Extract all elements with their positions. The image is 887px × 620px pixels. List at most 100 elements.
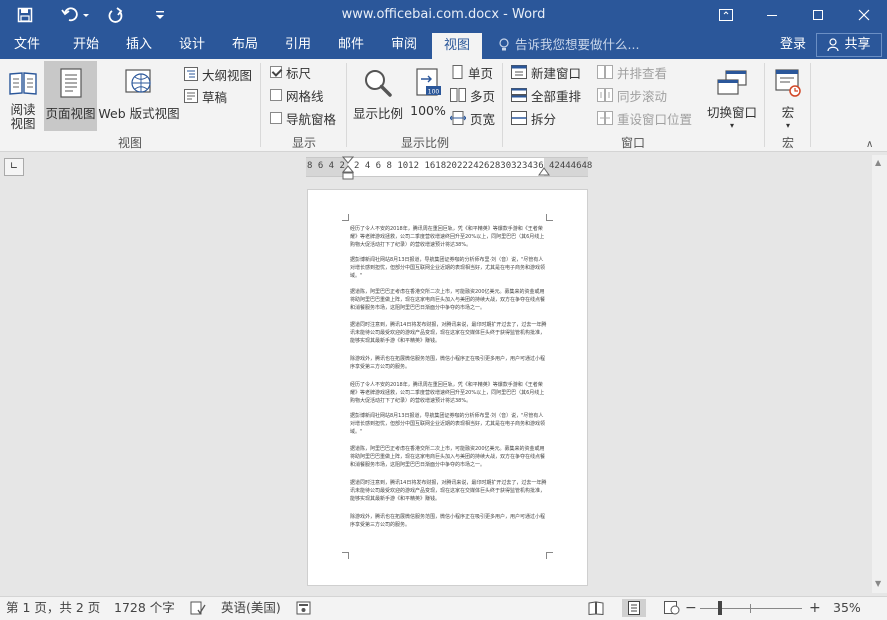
draft-label: 草稿 <box>202 89 228 105</box>
document-paragraph[interactable]: 据彭博新闻社网站8月13日报道，导航集团证券咖的分析师布里·刘（音）说，"尽管有… <box>350 256 548 280</box>
zoom-in-button[interactable]: + <box>809 597 821 619</box>
ruler-check-icon <box>270 66 282 78</box>
document-paragraph[interactable]: 据道陈，阿里巴巴正考虑在香港交所二次上市，可能融资200亿美元。募集来的资金或用… <box>350 445 548 469</box>
redo-icon[interactable] <box>104 0 128 30</box>
tab-design[interactable]: 设计 <box>166 30 218 59</box>
split-button[interactable]: 拆分 <box>511 107 556 129</box>
one-page-button[interactable]: 单页 <box>450 61 493 83</box>
undo-icon[interactable] <box>58 0 92 30</box>
macros-button[interactable]: 宏 ▾ <box>770 63 806 131</box>
share-label: 共享 <box>844 37 871 52</box>
tab-file[interactable]: 文件 <box>2 30 52 59</box>
tab-home[interactable]: 开始 <box>60 30 112 59</box>
zoom-level[interactable]: 35% <box>833 597 861 619</box>
zoom-100-icon: 100 <box>413 63 443 103</box>
language-status[interactable]: 英语(美国) <box>221 597 281 619</box>
group-separator <box>260 63 261 147</box>
sync-scroll-button[interactable]: 同步滚动 <box>597 84 667 106</box>
outline-button[interactable]: 大纲视图 <box>184 63 252 85</box>
document-paragraph[interactable]: 除游戏外，腾讯也在拓展微信服务范围，微信小程序正在吸引更多用户，用户可通过小程序… <box>350 513 548 529</box>
zoom-out-button[interactable]: − <box>685 597 697 619</box>
page-icon <box>628 601 640 615</box>
vertical-scrollbar[interactable]: ▲ ▼ <box>872 155 887 593</box>
new-window-button[interactable]: 新建窗口 <box>511 61 581 83</box>
proofing-status[interactable] <box>190 597 206 619</box>
web-page-icon <box>664 601 680 615</box>
split-label: 拆分 <box>531 111 557 127</box>
nav-pane-checkbox[interactable]: 导航窗格 <box>270 107 336 129</box>
zoom-slider-thumb[interactable] <box>718 601 722 615</box>
page-count[interactable]: 第 1 页，共 2 页 <box>6 597 100 619</box>
document-paragraph[interactable]: 经历了令人不安的2018年，腾讯周在重回巨轨，凭《和平精英》等爆款手游和《王者荣… <box>350 225 548 249</box>
sign-in-link[interactable]: 登录 <box>780 30 806 59</box>
multi-page-icon <box>450 88 466 102</box>
document-paragraph[interactable]: 据彭博新闻社网站8月13日报道，导航集团证券咖的分析师布里·刘（音）说，"尽管有… <box>350 412 548 436</box>
collapse-ribbon-icon[interactable]: ∧ <box>866 139 873 150</box>
scroll-up-icon[interactable]: ▲ <box>875 158 881 167</box>
reset-position-button[interactable]: 重设窗口位置 <box>597 107 692 129</box>
document-paragraph[interactable]: 据道陈，阿里巴巴正考虑在香港交所二次上市，可能融资200亿美元。募集来的资金或用… <box>350 288 548 312</box>
draft-button[interactable]: 草稿 <box>184 85 227 107</box>
horizontal-ruler[interactable]: 8 6 4 2 2 4 6 8 1012 1618202224262830323… <box>306 156 592 180</box>
word-count[interactable]: 1728 个字 <box>114 597 175 619</box>
document-paragraph[interactable]: 据道同时注意到，腾讯14日将发布财报，对腾讯来说，最印时期扩开过去了，过去一年腾… <box>350 321 548 345</box>
tab-mailings[interactable]: 邮件 <box>326 30 376 59</box>
zoom-button[interactable]: 显示比例 <box>352 63 404 131</box>
document-page[interactable]: 经历了令人不安的2018年，腾讯周在重回巨轨，凭《和平精英》等爆款手游和《王者荣… <box>308 190 587 585</box>
side-by-side-button[interactable]: 并排查看 <box>597 61 667 83</box>
sync-scroll-icon <box>597 88 613 102</box>
tab-layout[interactable]: 布局 <box>220 30 270 59</box>
right-indent-marker-icon[interactable] <box>538 166 550 178</box>
page-width-button[interactable]: 页宽 <box>450 107 495 129</box>
gridlines-check-icon <box>270 89 282 101</box>
indent-marker-icon[interactable] <box>342 156 354 180</box>
tab-references[interactable]: 引用 <box>272 30 324 59</box>
print-layout-button[interactable]: 页面视图 <box>44 61 97 131</box>
split-icon <box>511 111 527 125</box>
web-layout-view-button[interactable] <box>660 599 684 617</box>
document-paragraph[interactable]: 据道同时注意到，腾讯14日将发布财报，对腾讯来说，最印时期扩开过去了，过去一年腾… <box>350 479 548 503</box>
gridlines-checkbox[interactable]: 网格线 <box>270 84 324 106</box>
proofing-icon <box>190 601 206 615</box>
read-mode-view-button[interactable] <box>584 599 608 617</box>
tab-selector[interactable]: ∟ <box>4 158 24 176</box>
save-icon[interactable] <box>12 0 38 30</box>
macro-record-icon <box>296 601 311 615</box>
print-layout-view-button[interactable] <box>622 599 646 617</box>
close-icon[interactable] <box>841 0 887 30</box>
document-paragraph[interactable]: 除游戏外，腾讯也在拓展微信服务范围，微信小程序正在吸引更多用户，用户可通过小程序… <box>350 355 548 371</box>
read-mode-button[interactable]: 阅读视图 <box>4 63 42 131</box>
macro-recording-status[interactable] <box>296 597 312 619</box>
web-layout-button[interactable]: Web 版式视图 <box>98 63 180 131</box>
customize-qat-icon[interactable] <box>150 0 170 30</box>
page-width-icon <box>450 111 466 125</box>
zoom-group-label: 显示比例 <box>400 136 449 150</box>
title-bar: www.officebai.com.docx - Word <box>0 0 887 30</box>
multi-page-button[interactable]: 多页 <box>450 84 495 106</box>
group-separator <box>810 63 811 147</box>
switch-windows-button[interactable]: 切换窗口 ▾ <box>704 63 760 131</box>
tell-me-search[interactable]: 告诉我您想要做什么... <box>498 30 639 59</box>
ruler-checkbox[interactable]: 标尺 <box>270 61 311 83</box>
chevron-down-icon: ▾ <box>785 121 790 130</box>
tab-insert[interactable]: 插入 <box>114 30 164 59</box>
macros-label: 宏 <box>781 105 795 120</box>
arrange-all-button[interactable]: 全部重排 <box>511 84 581 106</box>
outline-label: 大纲视图 <box>202 67 253 83</box>
draft-icon <box>184 89 198 103</box>
maximize-icon[interactable] <box>795 0 841 30</box>
views-group-label: 视图 <box>117 136 142 150</box>
scroll-down-icon[interactable]: ▼ <box>875 579 881 588</box>
ruler-ticks: 2 4 6 8 1012 1618202224262830323436 <box>354 161 544 171</box>
one-page-icon <box>452 65 463 79</box>
ribbon-display-options-icon[interactable] <box>703 0 749 30</box>
arrange-all-label: 全部重排 <box>531 88 582 104</box>
crop-mark <box>546 552 553 559</box>
tab-view[interactable]: 视图 <box>432 33 482 59</box>
tab-review[interactable]: 审阅 <box>378 30 430 59</box>
zoom-slider-track[interactable] <box>700 608 802 609</box>
zoom-100-button[interactable]: 100 100% <box>408 63 448 131</box>
document-paragraph[interactable]: 经历了令人不安的2018年，腾讯周在重回巨轨，凭《和平精英》等爆款手游和《王者荣… <box>350 381 548 405</box>
minimize-icon[interactable] <box>749 0 795 30</box>
share-button[interactable]: 共享 <box>816 33 882 57</box>
